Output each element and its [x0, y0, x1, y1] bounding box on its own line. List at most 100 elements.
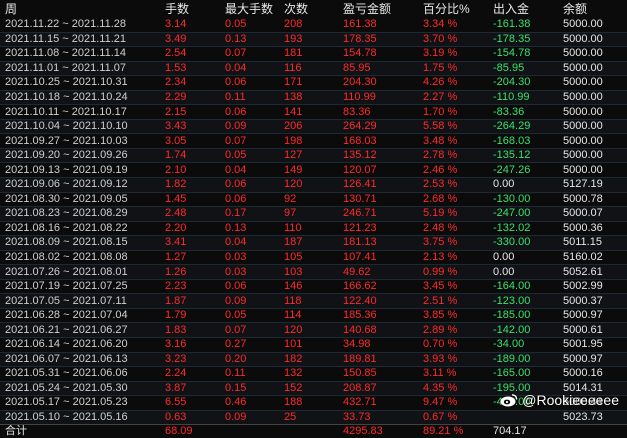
table-row[interactable]: 2021.08.16 ~ 2021.08.22 2.20 0.13 110 121.23…	[0, 221, 627, 236]
cell-balance: 5160.02	[563, 251, 603, 264]
cell-flow: -135.12	[488, 148, 558, 163]
cell-balance: 5000.00	[558, 90, 627, 105]
col-header-lots[interactable]: 手数	[160, 0, 220, 18]
table-row[interactable]: 2021.07.19 ~ 2021.07.25 2.23 0.06 146 166.62…	[0, 279, 627, 294]
cell-flow: -34.00	[493, 338, 525, 351]
cell-flow: -161.38	[493, 18, 531, 31]
table-row[interactable]: 2021.09.13 ~ 2021.09.19 2.10 0.04 149 120.07…	[0, 163, 627, 178]
cell-lots: 2.54	[165, 47, 187, 60]
table-row[interactable]: 2021.10.11 ~ 2021.10.17 2.15 0.06 141 83.36 1…	[0, 105, 627, 120]
cell-flow: 0.00	[488, 264, 558, 280]
cell-pnl: 120.07	[343, 163, 377, 176]
table-row[interactable]: 2021.09.06 ~ 2021.09.12 1.82 0.06 120 126.41…	[0, 177, 627, 193]
col-header-period[interactable]: 周	[0, 0, 160, 18]
table-row[interactable]: 2021.11.08 ~ 2021.11.14 2.54 0.07 181 154.78…	[0, 47, 627, 62]
cell-flow: -185.00	[493, 309, 531, 322]
footer-empty	[279, 424, 338, 438]
cell-lots: 2.10	[165, 163, 187, 176]
cell-balance: 5000.00	[563, 105, 603, 118]
cell-pnl: 126.41	[338, 177, 418, 193]
cell-pnl: 264.29	[338, 119, 418, 134]
table-row[interactable]: 2021.09.27 ~ 2021.10.03 3.05 0.07 198 168.03…	[0, 134, 627, 149]
cell-pct: 2.27 %	[418, 90, 488, 105]
cell-pct: 1.75 %	[418, 61, 488, 76]
table-row[interactable]: 2021.10.18 ~ 2021.10.24 2.29 0.11 138 110.99…	[0, 90, 627, 105]
cell-trades: 103	[279, 264, 338, 280]
table-row[interactable]: 2021.06.07 ~ 2021.06.13 3.23 0.20 182 189.81…	[0, 352, 627, 367]
cell-pct: 2.46 %	[423, 163, 458, 176]
cell-pct: 3.85 %	[423, 309, 458, 322]
cell-pct: 2.78 %	[418, 148, 488, 163]
cell-trades: 208	[284, 18, 303, 31]
table-row[interactable]: 2021.11.01 ~ 2021.11.07 1.53 0.04 116 85.95 1…	[0, 61, 627, 76]
table-row[interactable]: 2021.06.21 ~ 2021.06.27 1.83 0.07 120 140.68…	[0, 322, 627, 338]
cell-trades: 132	[284, 367, 303, 380]
table-row[interactable]: 2021.08.09 ~ 2021.08.15 3.41 0.04 187 181.13…	[0, 235, 627, 251]
cell-pnl: 246.71	[338, 206, 418, 222]
cell-pnl: 204.30	[343, 76, 377, 89]
cell-max-lots: 0.13	[225, 221, 247, 234]
cell-trades: 146	[284, 280, 303, 293]
table-row[interactable]: 2021.08.02 ~ 2021.08.08 1.27 0.03 105 107.41…	[0, 250, 627, 265]
table-row[interactable]: 2021.06.28 ~ 2021.07.04 1.79 0.05 114 185.36…	[0, 308, 627, 323]
cell-max-lots: 0.46	[225, 396, 247, 409]
cell-pnl: 189.81	[338, 352, 418, 367]
col-header-max-lots[interactable]: 最大手数	[220, 0, 279, 18]
col-header-pct[interactable]: 百分比%	[418, 0, 488, 18]
table-row[interactable]: 2021.09.20 ~ 2021.09.26 1.74 0.05 127 135.12…	[0, 148, 627, 163]
table-row[interactable]: 2021.05.10 ~ 2021.05.16 0.63 0.09 25 33.73 0.…	[0, 410, 627, 425]
cell-pnl: 33.73	[338, 410, 418, 425]
cell-period: 2021.06.28 ~ 2021.07.04	[5, 309, 128, 322]
cell-pct: 3.11 %	[423, 367, 457, 380]
table-row[interactable]: 2021.08.30 ~ 2021.09.05 1.45 0.06 92 130.71 2…	[0, 192, 627, 207]
cell-pct: 4.35 %	[418, 381, 488, 396]
cell-trades: 138	[279, 90, 338, 105]
cell-period: 2021.08.09 ~ 2021.08.15	[0, 235, 160, 251]
cell-period: 2021.05.31 ~ 2021.06.06	[5, 367, 128, 380]
cell-balance: 5052.61	[558, 264, 627, 280]
cell-balance: 5000.36	[563, 221, 603, 234]
cell-flow: -130.00	[493, 192, 531, 205]
cell-lots: 3.05	[165, 134, 187, 147]
col-header-flow[interactable]: 出入金	[488, 0, 558, 18]
table-row[interactable]: 2021.11.22 ~ 2021.11.28 3.14 0.05 208 161.38…	[0, 18, 627, 33]
table-row[interactable]: 2021.10.25 ~ 2021.10.31 2.34 0.06 171 204.30…	[0, 76, 627, 91]
cell-pnl: 135.12	[338, 148, 418, 163]
cell-balance: 5127.19	[558, 177, 627, 193]
cell-trades: 141	[284, 105, 303, 118]
table-row[interactable]: 2021.08.23 ~ 2021.08.29 2.48 0.17 97 246.71 5…	[0, 206, 627, 222]
cell-lots: 1.27	[165, 251, 187, 264]
cell-period: 2021.06.07 ~ 2021.06.13	[0, 352, 160, 367]
cell-trades: 206	[279, 119, 338, 134]
cell-balance: 5000.00	[563, 163, 603, 176]
cell-max-lots: 0.09	[220, 410, 279, 425]
table-row[interactable]: 2021.07.05 ~ 2021.07.11 1.87 0.09 118 122.40…	[0, 293, 627, 309]
cell-pnl: 121.23	[343, 221, 377, 234]
table-row[interactable]: 2021.06.14 ~ 2021.06.20 3.16 0.27 101 34.98 0…	[0, 338, 627, 353]
cell-max-lots: 0.15	[220, 381, 279, 396]
cell-lots: 1.53	[160, 61, 220, 76]
cell-lots: 1.79	[165, 309, 187, 322]
cell-balance: 5000.00	[558, 119, 627, 134]
cell-balance: 5000.97	[558, 352, 627, 367]
table-row[interactable]: 2021.07.26 ~ 2021.08.01 1.26 0.03 103 49.62 0…	[0, 264, 627, 280]
cell-pnl: 432.71	[343, 396, 377, 409]
cell-lots: 1.45	[165, 192, 187, 205]
col-header-trades[interactable]: 次数	[279, 0, 338, 18]
table-row[interactable]: 2021.10.04 ~ 2021.10.10 3.43 0.09 206 264.29…	[0, 119, 627, 134]
col-header-balance[interactable]: 余额	[558, 0, 627, 18]
table-row[interactable]: 2021.05.31 ~ 2021.06.06 2.24 0.11 132 150.85…	[0, 367, 627, 382]
cell-balance: 5001.95	[563, 338, 603, 351]
cell-flow: -83.36	[493, 105, 525, 118]
cell-max-lots: 0.06	[220, 177, 279, 193]
cell-max-lots: 0.03	[225, 251, 247, 264]
col-header-pnl[interactable]: 盈亏金额	[338, 0, 418, 18]
cell-lots: 2.24	[165, 367, 187, 380]
cell-balance: 5011.15	[558, 235, 627, 251]
cell-lots: 3.43	[160, 119, 220, 134]
cell-flow: -142.00	[488, 322, 558, 338]
cell-lots: 3.49	[160, 32, 220, 47]
table-row[interactable]: 2021.11.15 ~ 2021.11.21 3.49 0.13 193 178.35…	[0, 32, 627, 47]
cell-trades: 110	[284, 221, 302, 234]
cell-max-lots: 0.05	[225, 309, 247, 322]
